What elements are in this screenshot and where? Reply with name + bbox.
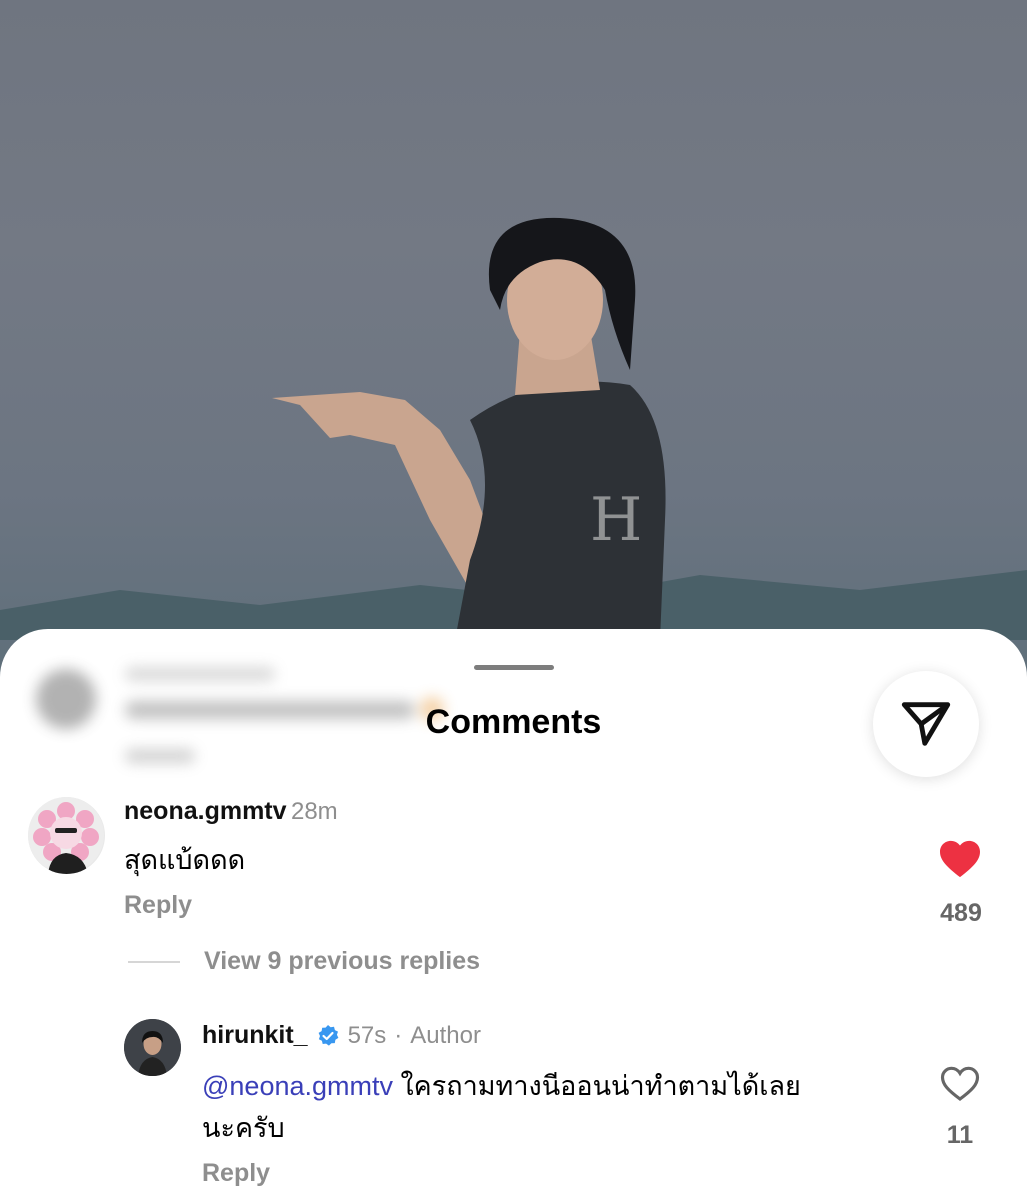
person-figure: H — [272, 217, 666, 640]
avatar[interactable] — [28, 797, 105, 874]
comment-item: neona.gmmtv 28m สุดแบ้ดดด Reply 489 — [0, 789, 1027, 939]
comments-sheet: Comments neona.gmmtv 28m สุดแบ้ดดด Reply… — [0, 629, 1027, 1200]
heart-filled-icon — [940, 840, 980, 878]
heart-outline-icon — [940, 1066, 980, 1101]
comment-time: 28m — [290, 798, 338, 825]
view-replies-label: View 9 previous replies — [204, 947, 481, 975]
divider-line — [128, 960, 180, 963]
post-photo: H — [0, 0, 1027, 700]
like-count: 11 — [946, 1121, 974, 1149]
reply-button[interactable]: Reply — [124, 891, 192, 920]
share-button[interactable] — [873, 671, 979, 777]
author-badge: Author — [410, 1021, 481, 1049]
verified-badge-icon — [318, 1024, 338, 1046]
comment-username[interactable]: neona.gmmtv — [124, 797, 287, 825]
view-previous-replies[interactable]: View 9 previous replies — [128, 947, 480, 976]
svg-text:H: H — [590, 485, 642, 555]
meta-separator: · — [394, 1021, 403, 1049]
avatar[interactable] — [124, 1019, 181, 1076]
reply-username[interactable]: hirunkit_ — [202, 1021, 308, 1050]
like-button[interactable] — [940, 1065, 982, 1103]
like-count: 489 — [940, 899, 982, 927]
like-button[interactable] — [938, 839, 984, 879]
comment-text: สุดแบ้ดดด — [124, 845, 246, 875]
reply-text-line1: ใครถามทางนีออนน่าทำตามได้เลย — [393, 1071, 801, 1101]
reply-text: @neona.gmmtv ใครถามทางนีออนน่าทำตามได้เล… — [202, 1065, 902, 1149]
send-icon — [901, 702, 951, 746]
person-avatar-icon — [124, 1019, 181, 1076]
reply-item: hirunkit_ 57s · Author @neona.gmmtv ใครถ… — [0, 1019, 1027, 1200]
flower-avatar-icon — [28, 797, 104, 874]
reply-button[interactable]: Reply — [202, 1159, 270, 1188]
reply-text-line2: นะครับ — [202, 1113, 285, 1143]
reply-time: 57s — [347, 1021, 387, 1049]
mention-link[interactable]: @neona.gmmtv — [202, 1071, 393, 1101]
